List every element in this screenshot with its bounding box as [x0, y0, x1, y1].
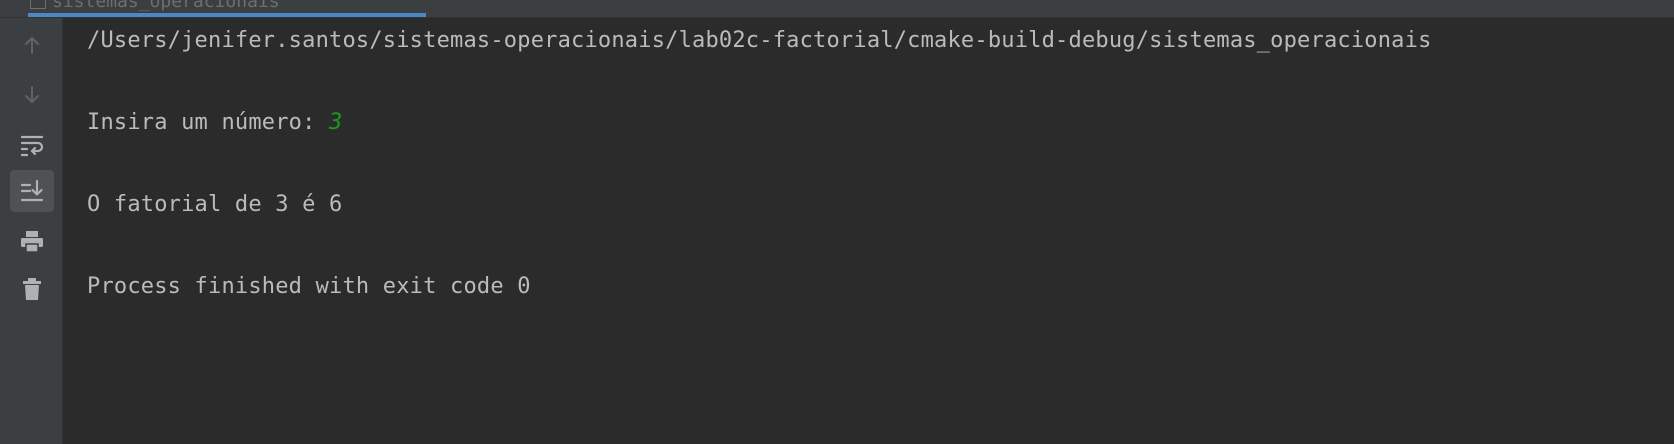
tab-strip: sistemas_operacionais [0, 0, 1674, 18]
previous-occurrence-button[interactable] [10, 24, 54, 66]
result-line: O fatorial de 3 é 6 [87, 192, 343, 217]
scroll-to-end-button[interactable] [10, 170, 54, 212]
next-occurrence-button[interactable] [10, 74, 54, 116]
input-prompt-line: Insira um número: 3 [87, 110, 342, 135]
tab-active-indicator [28, 13, 426, 17]
console-toolbar [0, 18, 63, 444]
clear-all-button[interactable] [10, 268, 54, 310]
tab-label: sistemas_operacionais [52, 0, 280, 12]
scroll-to-end-icon [20, 179, 44, 202]
run-console-window: sistemas_operacionais /Users/jenifer.san… [0, 0, 1674, 444]
up-arrow-icon [25, 37, 39, 54]
run-config-icon [30, 0, 46, 9]
print-icon [21, 231, 43, 253]
soft-wrap-button[interactable] [10, 124, 54, 166]
input-prompt: Insira um número: [87, 110, 330, 135]
down-arrow-icon [25, 86, 39, 103]
console-output[interactable]: /Users/jenifer.santos/sistemas-operacion… [63, 18, 1674, 444]
user-input-value: 3 [329, 110, 343, 135]
trash-icon [23, 278, 41, 300]
exit-status-line: Process finished with exit code 0 [87, 274, 531, 299]
tab-run-configuration[interactable]: sistemas_operacionais [28, 0, 426, 17]
print-button[interactable] [10, 220, 54, 262]
executable-path: /Users/jenifer.santos/sistemas-operacion… [87, 28, 1432, 53]
soft-wrap-icon [20, 135, 44, 157]
